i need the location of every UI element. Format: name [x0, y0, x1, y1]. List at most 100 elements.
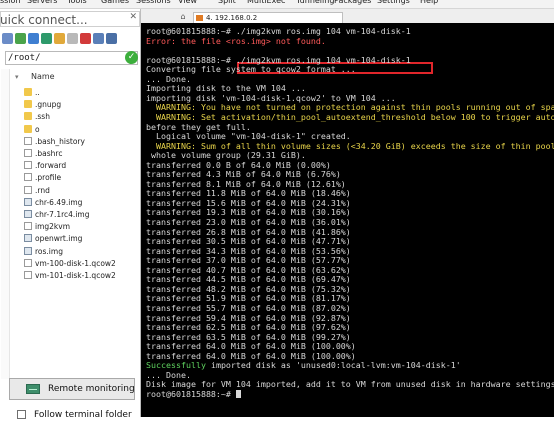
terminal-text: transferred 23.0 MiB of 64.0 MiB (36.01%… [146, 217, 351, 227]
menu-item[interactable]: Packages [334, 0, 371, 5]
folder-icon [24, 100, 32, 109]
terminal-text: transferred 48.2 MiB of 64.0 MiB (75.32%… [146, 283, 351, 294]
terminal-output[interactable]: root@601815888:~# ./img2kvm ros.img 104 … [141, 23, 554, 417]
folder-icon [24, 112, 32, 121]
file-list-item[interactable]: ros.img [0, 246, 139, 257]
menu-item[interactable]: Help [420, 0, 438, 5]
menu-item[interactable]: View [178, 0, 197, 5]
file-name: vm-100-disk-1.qcow2 [35, 258, 116, 268]
file-list-item[interactable]: .bash_history [0, 136, 139, 147]
file-name: chr-7.1rc4.img [35, 210, 90, 219]
file-name: .profile [35, 173, 62, 183]
menu-item[interactable]: Tools [67, 0, 87, 5]
image-file-icon [24, 210, 32, 218]
terminal-text: transferred 51.9 MiB of 64.0 MiB (81.17%… [146, 293, 351, 304]
delete-icon[interactable] [80, 33, 91, 44]
terminal-text: WARNING: You have not turned on protecti… [146, 102, 554, 113]
folder-icon [24, 124, 32, 133]
terminal-line: Successfully imported disk as 'unused0:l… [146, 361, 461, 370]
terminal-text: transferred 0.0 B of 64.0 MiB (0.00%) [146, 159, 331, 170]
menu-item[interactable]: Games [101, 0, 129, 5]
new-file-icon[interactable] [67, 33, 78, 44]
up-folder-icon[interactable] [2, 33, 13, 44]
path-ok-icon[interactable]: ✓ [125, 51, 138, 64]
follow-terminal-checkbox[interactable] [17, 410, 26, 419]
menu-bar: ssion Servers Tools Games Sessions View Split M… [0, 0, 554, 9]
terminal-text: ... Done. [146, 369, 191, 380]
terminal-text: transferred 63.5 MiB of 64.0 MiB (99.27%… [146, 331, 351, 342]
file-list-item[interactable]: .forward [0, 160, 139, 171]
session-tab-label[interactable]: 4. 192.168.0.2 [206, 13, 257, 23]
session-tab[interactable]: 4. 192.168.0.2 [193, 12, 343, 23]
file-list-item[interactable]: img2kvm [0, 221, 139, 232]
terminal-text: WARNING: Sum of all thin volume sizes (<… [155, 140, 554, 151]
file-name: .bash_history [35, 136, 85, 146]
file-icon [24, 185, 32, 194]
file-name: .rnd [35, 185, 50, 195]
file-list-item[interactable]: .rnd [0, 185, 139, 196]
file-list-item[interactable]: .. [0, 87, 139, 98]
properties-icon[interactable] [106, 33, 117, 44]
sftp-toolbar [0, 30, 140, 48]
file-list-item[interactable]: .profile [0, 172, 139, 183]
column-name[interactable]: Name [31, 72, 55, 81]
terminal-text: ... Done. [146, 73, 191, 84]
new-folder-icon[interactable] [54, 33, 65, 44]
terminal-line: Error: the file <ros.img> not found. [146, 36, 326, 46]
file-name: vm-101-disk-1.qcow2 [35, 271, 116, 280]
menu-item[interactable]: Split [218, 0, 236, 5]
file-list-item[interactable]: .bashrc [0, 148, 139, 159]
file-icon [24, 258, 32, 267]
session-tab-strip: ⌂ 4. 192.168.0.2 [141, 9, 554, 23]
menu-item[interactable]: MultiExec [247, 0, 285, 5]
follow-terminal-folder-row[interactable]: Follow terminal folder [0, 402, 139, 426]
file-name: .forward [35, 161, 67, 171]
image-file-icon [24, 234, 32, 243]
terminal-text: before they get full. [146, 121, 251, 132]
terminal-line: root@601815888:~# [146, 389, 241, 399]
terminal-text: transferred 64.0 MiB of 64.0 MiB (100.00… [146, 341, 356, 352]
file-list-item[interactable]: chr-7.1rc4.img [0, 209, 139, 220]
refresh-icon[interactable] [41, 33, 52, 44]
terminal-text: WARNING: Set activation/thin_pool_autoex… [155, 111, 554, 122]
sftp-sidebar: uick connect... ✕ /root/ ✓ ▾ Name .. .gnu… [0, 9, 141, 420]
file-list-item[interactable]: vm-100-disk-1.qcow2 [0, 258, 139, 269]
menu-item[interactable]: Settings [377, 0, 410, 5]
file-list-item[interactable]: o [0, 124, 139, 135]
upload-icon[interactable] [28, 33, 39, 44]
menu-item[interactable]: Sessions [136, 0, 171, 5]
follow-terminal-label: Follow terminal folder [34, 410, 132, 420]
remote-monitoring-button[interactable]: Remote monitoring [9, 378, 135, 400]
path-input[interactable]: /root/ ✓ [5, 51, 138, 65]
menu-item[interactable]: Tunneling [296, 0, 334, 5]
terminal-text: transferred 26.8 MiB of 64.0 MiB (41.86%… [146, 226, 351, 237]
rename-icon[interactable] [93, 33, 104, 44]
file-icon [24, 271, 32, 279]
sort-arrow-icon[interactable]: ▾ [15, 73, 19, 81]
remote-monitoring-label: Remote monitoring [48, 384, 135, 394]
path-text[interactable]: /root/ [8, 52, 41, 64]
terminal-text: transferred 34.3 MiB of 64.0 MiB (53.56%… [146, 245, 351, 256]
clear-icon[interactable]: ✕ [129, 12, 137, 22]
file-list-header[interactable]: ▾ Name [0, 71, 139, 85]
menu-item[interactable]: Servers [27, 0, 57, 5]
file-list-item[interactable]: .ssh [0, 111, 139, 122]
quick-connect-placeholder[interactable]: uick connect... [0, 12, 88, 28]
file-name: openwrt.img [35, 234, 83, 244]
file-list-item[interactable]: openwrt.img [0, 233, 139, 244]
file-icon [24, 161, 32, 170]
home-tab-icon[interactable]: ⌂ [177, 12, 189, 22]
download-icon[interactable] [15, 33, 26, 44]
file-list-item[interactable]: .gnupg [0, 99, 139, 110]
terminal-text: root@601815888:~# ./img2kvm ros.img 104 … [146, 26, 411, 36]
file-name: .ssh [35, 112, 50, 122]
terminal-text: transferred 30.5 MiB of 64.0 MiB (47.71%… [146, 236, 351, 247]
quick-connect-bar[interactable]: uick connect... ✕ [0, 11, 140, 27]
file-list-item[interactable]: vm-101-disk-1.qcow2 [0, 270, 139, 281]
terminal-text: transferred 62.5 MiB of 64.0 MiB (97.62%… [146, 322, 351, 333]
file-list-item[interactable]: chr-6.49.img [0, 197, 139, 208]
terminal-text: transferred 55.7 MiB of 64.0 MiB (87.02%… [146, 302, 351, 313]
menu-item[interactable]: ssion [0, 0, 21, 5]
file-icon [24, 136, 32, 145]
terminal-text: Importing disk to the VM 104 ... [146, 83, 306, 94]
